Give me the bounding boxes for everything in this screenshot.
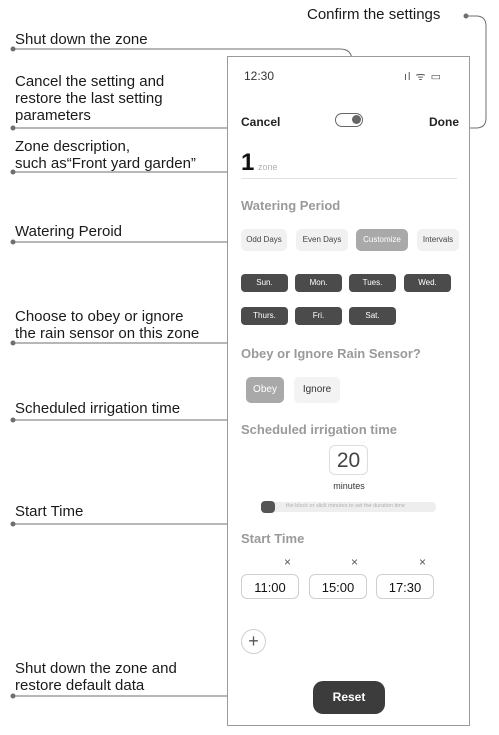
status-time: 12:30 xyxy=(244,69,275,83)
remove-time-1-icon[interactable]: × xyxy=(284,555,291,569)
day-tues[interactable]: Tues. xyxy=(349,274,396,292)
callout-cancel: Cancel the setting and restore the last … xyxy=(15,73,165,124)
callout-rain-sensor: Choose to obey or ignore the rain sensor… xyxy=(15,308,200,342)
start-time-3[interactable]: 17:30 xyxy=(376,574,434,599)
day-fri[interactable]: Fri. xyxy=(295,307,342,325)
day-sat[interactable]: Sat. xyxy=(349,307,396,325)
start-time-2[interactable]: 15:00 xyxy=(309,574,367,599)
rain-sensor-title: Obey or Ignore Rain Sensor? xyxy=(241,346,421,361)
mode-customize[interactable]: Customize xyxy=(356,229,408,251)
toggle-knob xyxy=(352,115,361,124)
mode-odd-days[interactable]: Odd Days xyxy=(241,229,287,251)
callout-zone-description: Zone description, such as“Front yard gar… xyxy=(15,138,196,172)
zone-number: 1 xyxy=(241,149,255,176)
day-thurs[interactable]: Thurs. xyxy=(241,307,288,325)
mode-even-days[interactable]: Even Days xyxy=(296,229,348,251)
zone-toggle[interactable] xyxy=(335,113,363,127)
status-icons: ıl ᯤ ▭ xyxy=(404,71,443,83)
remove-time-2-icon[interactable]: × xyxy=(351,555,358,569)
duration-hint: the block or slick minutes to set the du… xyxy=(286,503,405,509)
phone-screen: 12:30 ıl ᯤ ▭ Cancel Done 1 zone Watering… xyxy=(227,56,470,726)
zone-description-input[interactable]: zone xyxy=(258,162,278,172)
callout-scheduled: Scheduled irrigation time xyxy=(15,400,181,417)
day-mon[interactable]: Mon. xyxy=(295,274,342,292)
callout-confirm: Confirm the settings xyxy=(307,6,441,23)
mode-intervals[interactable]: Intervals xyxy=(417,229,459,251)
duration-slider-handle[interactable] xyxy=(261,501,275,513)
duration-value[interactable]: 20 xyxy=(329,445,368,475)
remove-time-3-icon[interactable]: × xyxy=(419,555,426,569)
callout-start-time: Start Time xyxy=(15,503,84,520)
add-time-button[interactable]: + xyxy=(241,629,266,654)
obey-button[interactable]: Obey xyxy=(246,377,284,403)
callout-shutdown: Shut down the zone xyxy=(15,31,148,48)
ignore-button[interactable]: Ignore xyxy=(294,377,340,403)
zone-input-underline xyxy=(241,178,457,179)
watering-period-title: Watering Period xyxy=(241,198,341,213)
day-wed[interactable]: Wed. xyxy=(404,274,451,292)
reset-button[interactable]: Reset xyxy=(313,681,385,714)
day-sun[interactable]: Sun. xyxy=(241,274,288,292)
callout-watering: Watering Peroid xyxy=(15,223,122,240)
callout-reset: Shut down the zone and restore default d… xyxy=(15,660,177,694)
done-button[interactable]: Done xyxy=(429,115,459,129)
scheduled-time-title: Scheduled irrigation time xyxy=(241,422,398,437)
duration-unit: minutes xyxy=(333,481,365,491)
start-time-1[interactable]: 11:00 xyxy=(241,574,299,599)
cancel-button[interactable]: Cancel xyxy=(241,115,280,129)
start-time-title: Start Time xyxy=(241,531,305,546)
